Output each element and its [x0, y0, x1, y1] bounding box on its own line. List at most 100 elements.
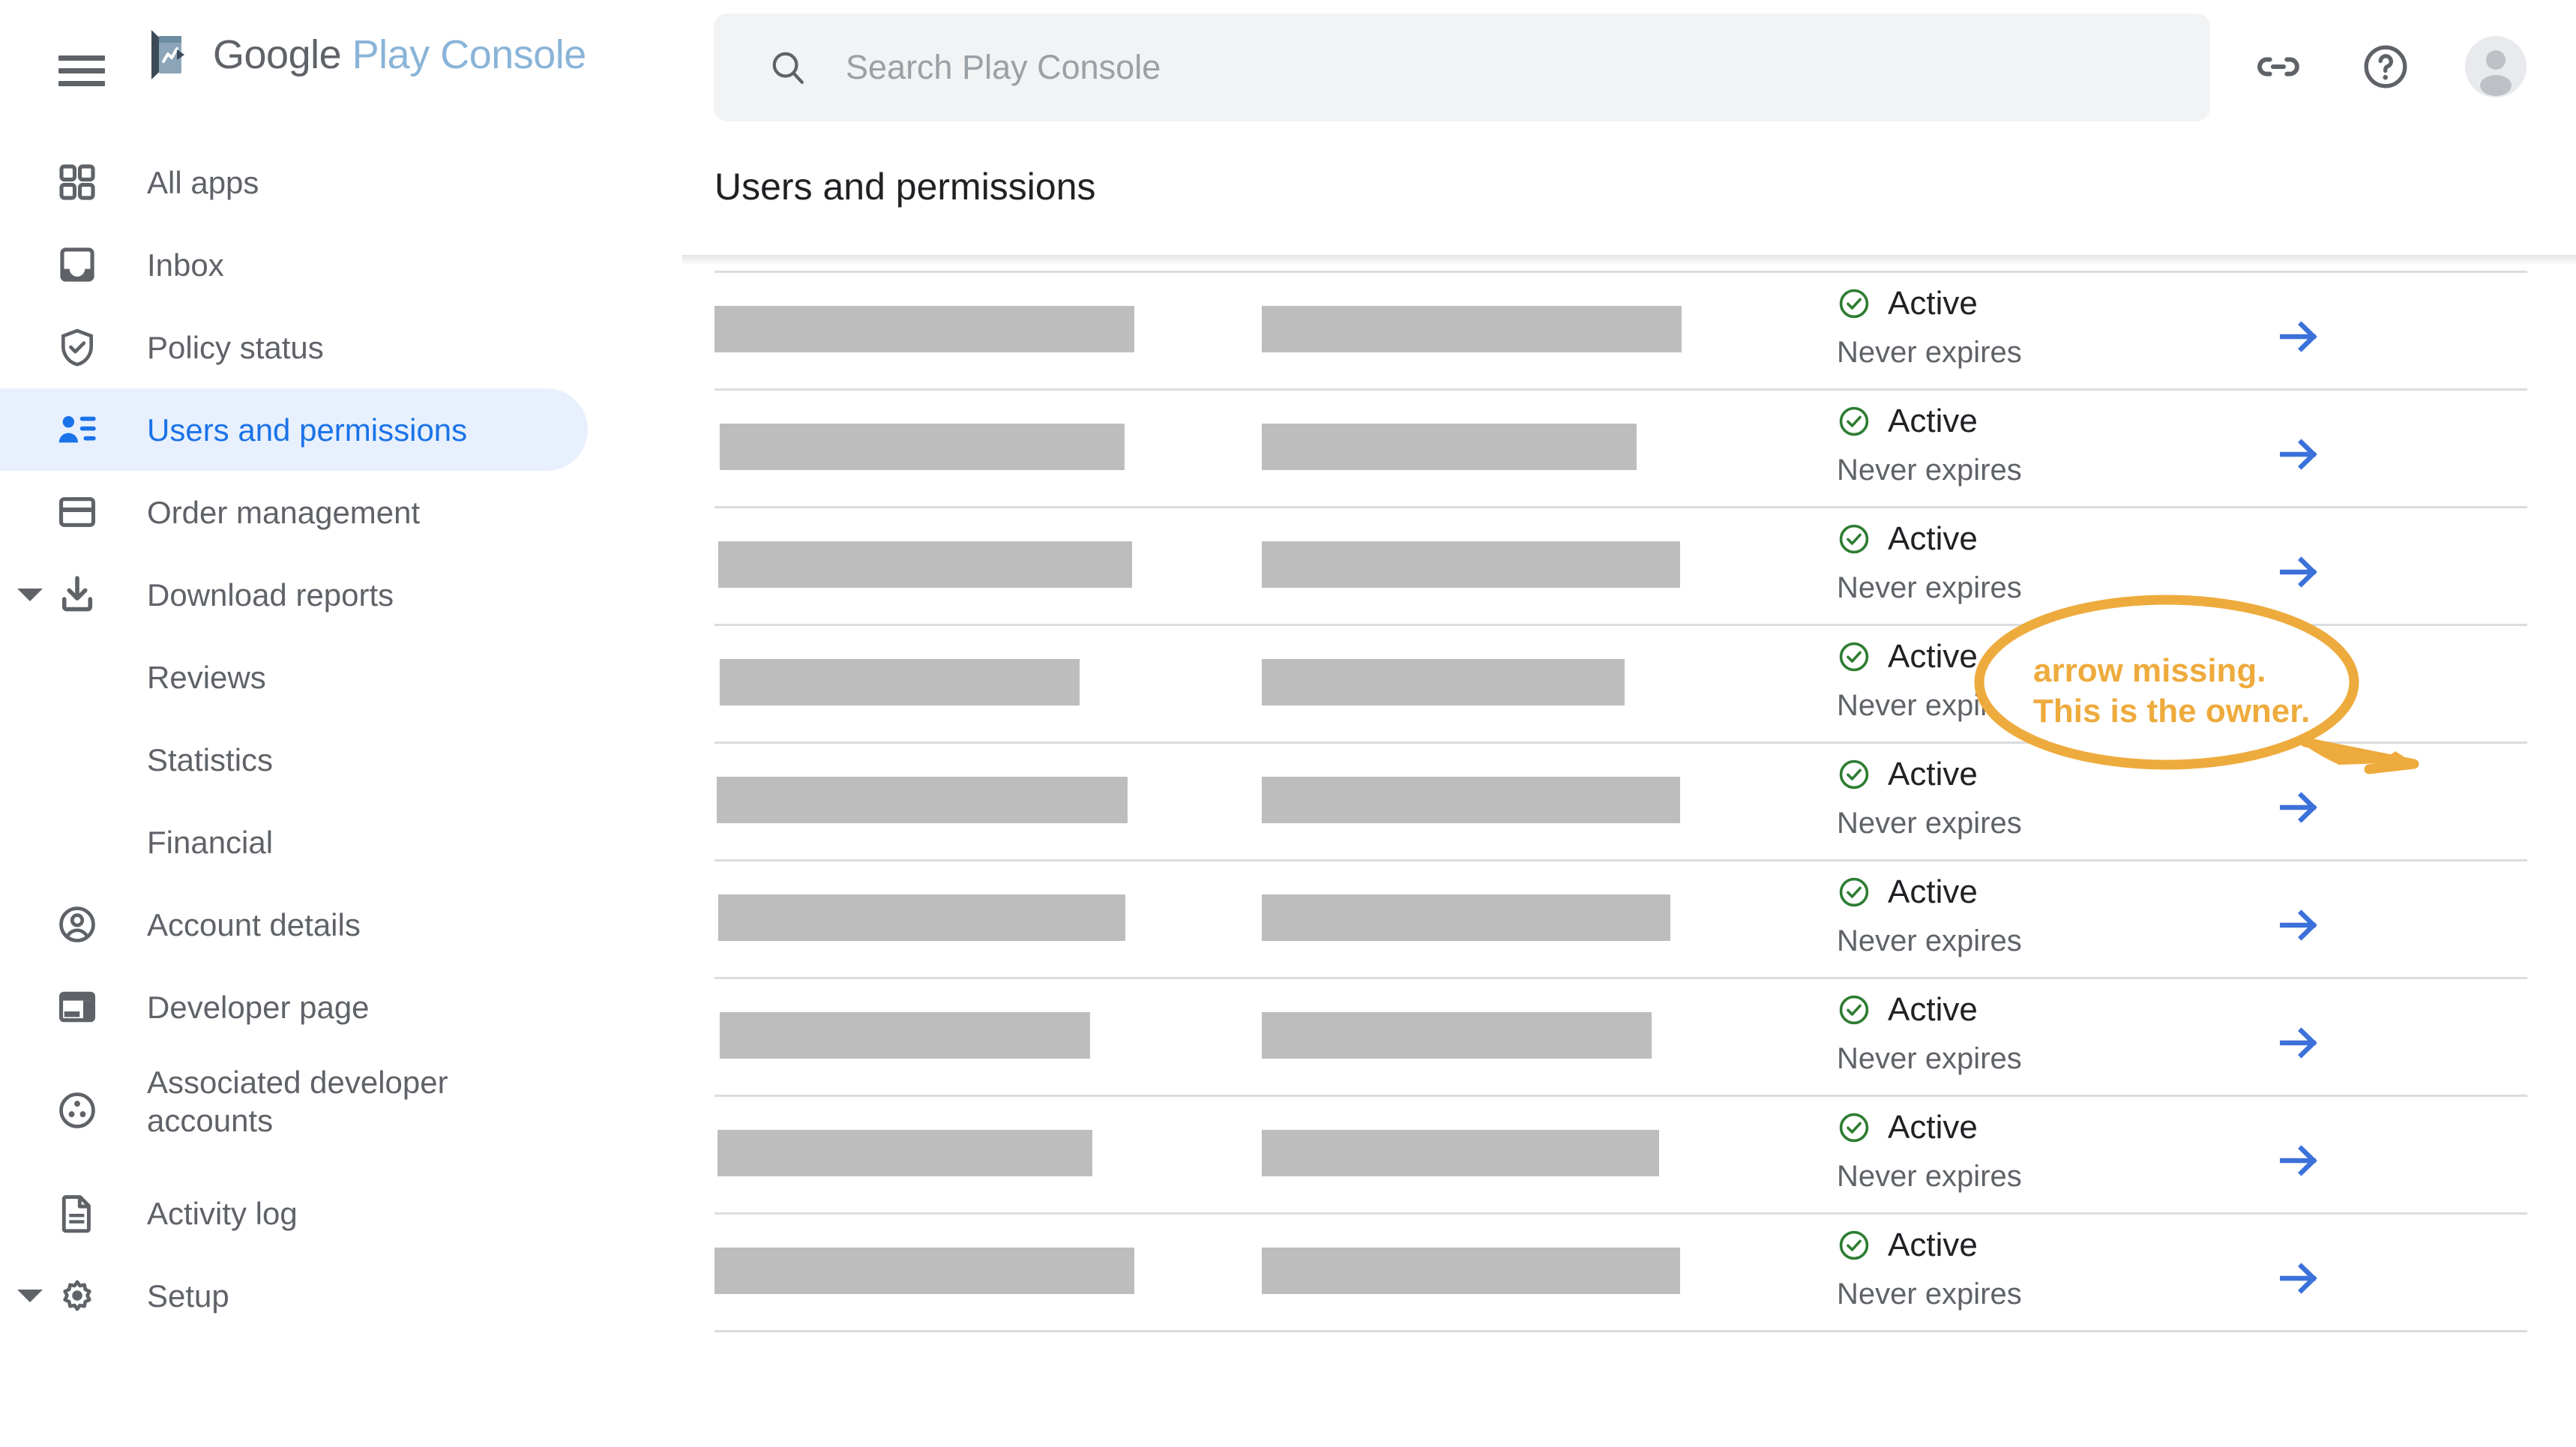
sidebar-item-label: Developer page: [147, 988, 567, 1026]
table-row[interactable]: ActiveNever expires: [592, 754, 2576, 872]
associated-accounts-icon: [54, 1087, 100, 1134]
check-circle-icon: [1837, 404, 1871, 439]
sidebar-item-associated-developer-accounts[interactable]: Associated developer accounts: [0, 1048, 588, 1172]
sidebar-item-setup[interactable]: Setup: [0, 1254, 588, 1337]
row-divider: [714, 506, 2527, 508]
arrow-right-icon[interactable]: [2275, 784, 2322, 831]
table-row[interactable]: Active Never expires: [592, 637, 2576, 754]
table-row[interactable]: ActiveNever expires: [592, 990, 2576, 1107]
brand-name-google: Google: [213, 32, 341, 77]
top-app-bar: Google Play Console Search Play Console: [0, 0, 2576, 133]
sidebar-item-financial[interactable]: Financial: [0, 801, 588, 883]
expiry-text: Never expires: [1837, 807, 2317, 840]
sidebar-item-label: Policy status: [147, 328, 567, 367]
user-email-redacted: [1262, 894, 1670, 941]
main-content: Users and permissions ActiveNever expire…: [592, 133, 2576, 1447]
sidebar-item-label: Reviews: [147, 658, 567, 697]
brand-logo[interactable]: Google Play Console: [144, 27, 586, 82]
table-row[interactable]: Active Never expires: [592, 283, 2576, 401]
status-badge: Active: [1888, 403, 1978, 440]
expiry-text: Never expires: [1837, 336, 2317, 370]
search-placeholder: Search Play Console: [846, 48, 1161, 87]
account-avatar[interactable]: [2465, 36, 2527, 97]
sidebar-item-activity-log[interactable]: Activity log: [0, 1172, 588, 1254]
sidebar-item-label: Associated developer accounts: [147, 1063, 567, 1140]
sidebar-item-download-reports[interactable]: Download reports: [0, 553, 588, 636]
expiry-text: Never expires: [1837, 1042, 2317, 1076]
expiry-text: Never expires: [1837, 689, 2317, 723]
sidebar-item-label: Order management: [147, 493, 567, 532]
sidebar-item-label: All apps: [147, 163, 567, 202]
user-name-redacted: [720, 424, 1125, 470]
expand-caret-download-reports[interactable]: [13, 578, 46, 611]
status-cell: ActiveNever expires: [1837, 519, 2317, 605]
link-icon[interactable]: [2253, 41, 2304, 92]
arrow-right-icon[interactable]: [2275, 549, 2322, 595]
user-name-redacted: [717, 1130, 1092, 1176]
table-row[interactable]: ActiveNever expires: [592, 1225, 2576, 1343]
status-badge: Active: [1888, 285, 1978, 322]
sidebar-item-label: Activity log: [147, 1194, 567, 1233]
arrow-right-icon[interactable]: [2275, 431, 2322, 478]
arrow-right-icon[interactable]: [2275, 1020, 2322, 1066]
status-badge: Active: [1888, 873, 1978, 911]
sidebar-item-label: Setup: [147, 1277, 567, 1315]
check-circle-icon: [1837, 875, 1871, 909]
row-divider: [714, 624, 2527, 626]
search-input[interactable]: Search Play Console: [714, 13, 2210, 121]
expiry-text: Never expires: [1837, 924, 2317, 958]
arrow-right-icon[interactable]: [2275, 902, 2322, 948]
table-row[interactable]: Active Never expires: [592, 872, 2576, 990]
user-name-redacted: [718, 894, 1125, 941]
user-email-redacted: [1262, 1248, 1680, 1294]
sidebar-item-inbox[interactable]: Inbox: [0, 223, 588, 306]
credit-card-icon: [54, 489, 100, 535]
row-divider: [714, 977, 2527, 979]
sidebar-item-reviews[interactable]: Reviews: [0, 636, 588, 718]
users-permissions-icon: [54, 406, 100, 453]
expiry-text: Never expires: [1837, 454, 2317, 487]
sidebar-item-label: Financial: [147, 823, 567, 861]
user-email-redacted: [1262, 1012, 1652, 1059]
brand-name-console: Play Console: [352, 32, 586, 77]
expiry-text: Never expires: [1837, 1278, 2317, 1311]
status-cell: Active Never expires: [1837, 401, 2317, 487]
table-row[interactable]: ActiveNever expires: [592, 1107, 2576, 1225]
row-divider: [714, 388, 2527, 391]
sidebar-item-developer-page[interactable]: Developer page: [0, 966, 588, 1048]
user-name-redacted: [718, 541, 1132, 588]
user-email-redacted: [1262, 306, 1682, 352]
user-email-redacted: [1262, 541, 1680, 588]
hamburger-menu-icon[interactable]: [58, 43, 105, 90]
sidebar-item-users-and-permissions[interactable]: Users and permissions: [0, 388, 588, 471]
user-email-redacted: [1262, 1130, 1659, 1176]
table-row[interactable]: Active Never expires: [592, 401, 2576, 519]
sidebar-item-statistics[interactable]: Statistics: [0, 718, 588, 801]
check-circle-icon: [1837, 757, 1871, 792]
table-row[interactable]: ActiveNever expires: [592, 519, 2576, 637]
developer-page-icon: [54, 984, 100, 1030]
sidebar-item-policy-status[interactable]: Policy status: [0, 306, 588, 388]
shield-check-icon: [54, 324, 100, 370]
inbox-icon: [54, 241, 100, 288]
arrow-right-icon[interactable]: [2275, 1137, 2322, 1184]
user-email-redacted: [1262, 424, 1637, 470]
sidebar-item-label: Users and permissions: [147, 411, 567, 449]
status-cell: ActiveNever expires: [1837, 1107, 2317, 1194]
row-divider: [714, 271, 2527, 273]
expand-caret-setup[interactable]: [13, 1279, 46, 1312]
status-cell: Active Never expires: [1837, 637, 2317, 723]
sidebar-item-order-management[interactable]: Order management: [0, 471, 588, 553]
sidebar-item-label: Download reports: [147, 576, 567, 614]
sidebar-item-account-details[interactable]: Account details: [0, 883, 588, 966]
check-circle-icon: [1837, 522, 1871, 556]
arrow-right-icon[interactable]: [2275, 1255, 2322, 1302]
row-divider: [714, 859, 2527, 861]
play-console-page: Google Play Console Search Play Console: [0, 0, 2576, 1447]
download-icon: [54, 571, 100, 618]
sidebar-item-all-apps[interactable]: All apps: [0, 141, 588, 223]
status-badge: Active: [1888, 638, 1978, 676]
row-divider: [714, 1330, 2527, 1332]
arrow-right-icon[interactable]: [2275, 313, 2322, 360]
help-icon[interactable]: [2360, 41, 2411, 92]
